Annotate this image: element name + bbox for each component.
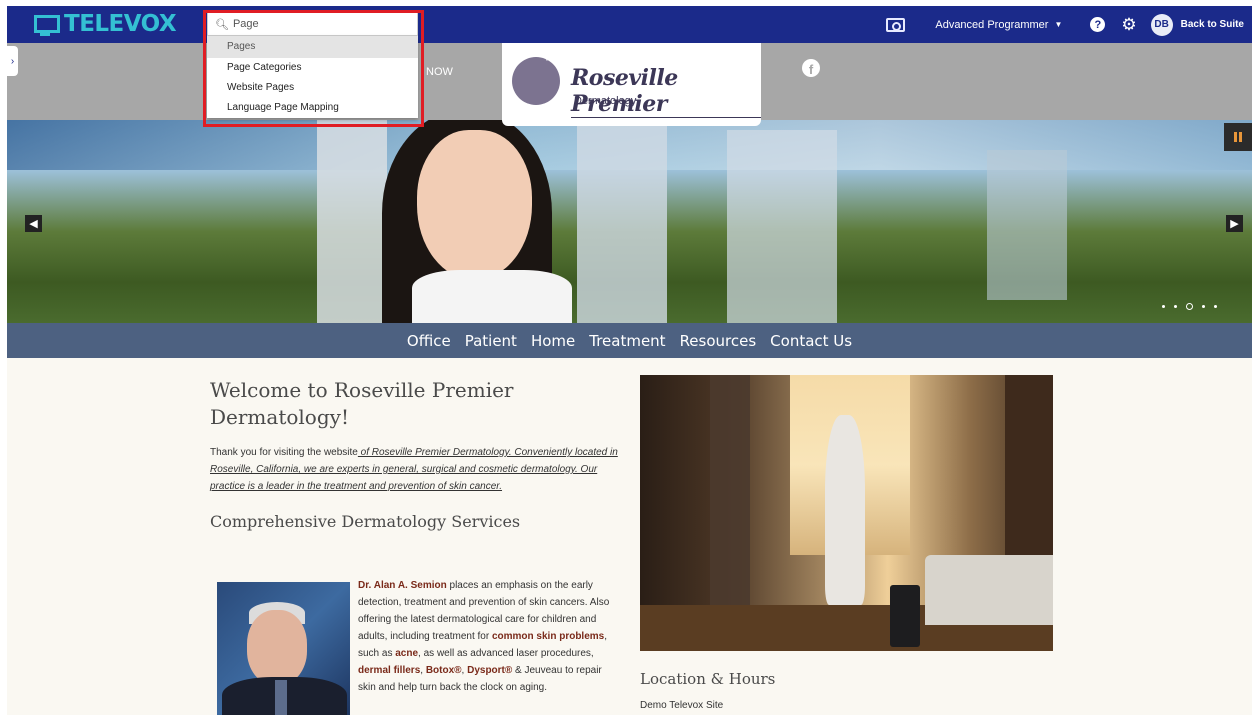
dermal-fillers-link[interactable]: dermal fillers	[358, 665, 420, 676]
arrow-left-icon[interactable]: ◀	[25, 215, 42, 232]
hero-building	[317, 120, 387, 323]
slide-dot[interactable]	[1174, 305, 1177, 308]
slide-indicators	[1162, 303, 1217, 310]
help-icon[interactable]: ?	[1090, 17, 1106, 32]
brand-mark-icon	[512, 57, 560, 105]
hotel-room-photo	[640, 375, 1053, 651]
slide-dot[interactable]	[1214, 305, 1217, 308]
services-heading: Comprehensive Dermatology Services	[210, 512, 521, 531]
intro-text: Thank you for visiting the website	[210, 447, 358, 458]
intro-paragraph: Thank you for visiting the website of Ro…	[210, 444, 620, 495]
common-skin-problems-link[interactable]: common skin problems	[492, 631, 604, 642]
slide-dot[interactable]	[1162, 305, 1165, 308]
arrow-right-icon[interactable]: ▶	[1226, 215, 1243, 232]
botox-link[interactable]: Botox®	[426, 665, 462, 676]
facebook-icon[interactable]: f	[802, 59, 820, 77]
pause-icon[interactable]	[1224, 123, 1252, 151]
search-input[interactable]: 🔍︎ Page	[207, 12, 418, 36]
avatar[interactable]: DB	[1150, 13, 1173, 36]
televox-logo[interactable]: TELEVOX	[34, 10, 177, 38]
welcome-title: Welcome to Roseville Premier Dermatology…	[210, 378, 514, 429]
doctor-photo	[217, 582, 350, 715]
hero-person-face	[417, 130, 532, 280]
search-result-item[interactable]: Website Pages	[207, 78, 418, 98]
hero-building	[577, 120, 667, 323]
bio-text: , as well as advanced laser procedures,	[418, 648, 594, 659]
brand-subtitle: Dermatology	[574, 95, 637, 107]
role-dropdown[interactable]: Advanced Programmer ▼	[935, 19, 1062, 31]
top-right-controls: Advanced Programmer ▼ ? ⚙ DB Back to Sui…	[886, 6, 1244, 43]
nav-item-treatment[interactable]: Treatment	[589, 332, 665, 350]
content-area	[7, 358, 1252, 715]
search-result-item[interactable]: Language Page Mapping	[207, 98, 418, 118]
chevron-right-icon[interactable]: ›	[7, 46, 18, 76]
brand-logo-card[interactable]: Roseville Premier Dermatology	[502, 43, 761, 126]
back-to-suite-link[interactable]: Back to Suite	[1181, 19, 1244, 30]
brand-name: Roseville Premier	[571, 65, 761, 118]
nav-item-resources[interactable]: Resources	[680, 332, 757, 350]
role-label: Advanced Programmer	[935, 18, 1049, 31]
dysport-link[interactable]: Dysport®	[467, 665, 512, 676]
gear-icon[interactable]: ⚙	[1121, 16, 1136, 33]
nav-item-contact-us[interactable]: Contact Us	[770, 332, 852, 350]
logo-icon	[34, 15, 60, 36]
doctor-bio: Dr. Alan A. Semion places an emphasis on…	[358, 577, 620, 696]
caret-down-icon: ▼	[1054, 20, 1063, 29]
logo-text: TELEVOX	[64, 11, 177, 37]
hero-building	[727, 130, 837, 323]
doctor-name-link[interactable]: Dr. Alan A. Semion	[358, 580, 447, 591]
results-section-header: Pages	[207, 36, 418, 58]
nav-item-home[interactable]: Home	[531, 332, 575, 350]
main-nav: Office Patient Home Treatment Resources …	[7, 323, 1252, 358]
search-value: Page	[232, 18, 259, 30]
header-link-fragment[interactable]: NOW	[426, 66, 453, 78]
nav-item-office[interactable]: Office	[407, 332, 451, 350]
hero-person-shirt	[412, 270, 572, 323]
search-results-dropdown: Pages Page Categories Website Pages Lang…	[207, 36, 418, 118]
monitor-preview-icon[interactable]	[886, 17, 906, 32]
top-bar: TELEVOX Advanced Programmer ▼ ? ⚙ DB Bac…	[7, 6, 1252, 43]
hero-slideshow	[7, 120, 1252, 323]
search-result-item[interactable]: Page Categories	[207, 58, 418, 78]
slide-dot-active[interactable]	[1186, 303, 1193, 310]
location-subtitle: Demo Televox Site	[640, 700, 724, 711]
hero-building	[987, 150, 1067, 300]
slide-dot[interactable]	[1202, 305, 1205, 308]
location-heading: Location & Hours	[640, 670, 776, 688]
acne-link[interactable]: acne	[395, 648, 418, 659]
search-icon: 🔍︎	[215, 18, 229, 31]
nav-item-patient[interactable]: Patient	[465, 332, 517, 350]
